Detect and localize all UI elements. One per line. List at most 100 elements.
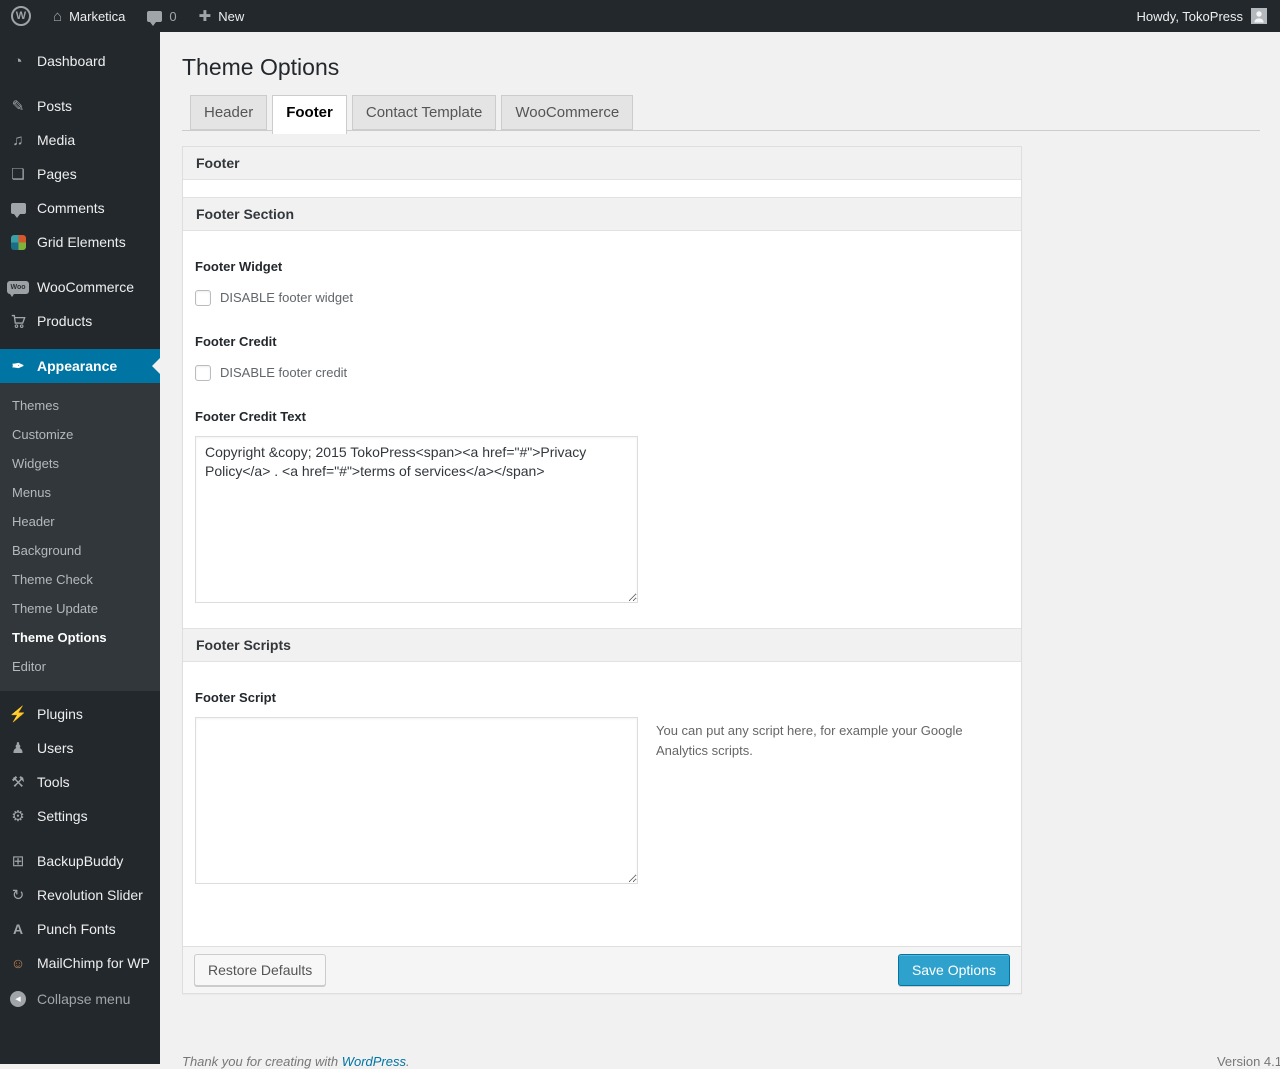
- footer-credit-label: Footer Credit: [195, 333, 277, 349]
- mailchimp-monkey-icon: ☺: [10, 955, 26, 971]
- wordpress-logo-icon: W: [11, 6, 31, 26]
- sidebar-item-media[interactable]: ♫ Media: [0, 123, 160, 157]
- wordpress-menu-button[interactable]: W: [0, 0, 42, 32]
- site-name-label: Marketica: [69, 8, 126, 24]
- sidebar-item-pages[interactable]: ❏ Pages: [0, 157, 160, 191]
- page-footer: Thank you for creating with WordPress. V…: [182, 1054, 1280, 1069]
- avatar: [1251, 8, 1267, 24]
- sidebar-item-punch-fonts[interactable]: A Punch Fonts: [0, 912, 160, 946]
- sidebar-item-label: Media: [37, 132, 76, 148]
- footer-credit-text-label: Footer Credit Text: [195, 408, 306, 424]
- comment-count: 0: [169, 8, 177, 24]
- footer-credit-textarea-wrap: Copyright &copy; 2015 TokoPress<span><a …: [195, 435, 1009, 603]
- submenu-item-editor[interactable]: Editor: [0, 652, 160, 681]
- sidebar-item-label: Dashboard: [37, 53, 106, 69]
- version-label: Version 4.1: [1216, 1054, 1280, 1069]
- submenu-item-widgets[interactable]: Widgets: [0, 449, 160, 478]
- appearance-submenu: Themes Customize Widgets Menus Header Ba…: [0, 383, 160, 691]
- footer-script-textarea[interactable]: [195, 716, 638, 884]
- sidebar-item-posts[interactable]: ✎ Posts: [0, 89, 160, 123]
- submenu-item-customize[interactable]: Customize: [0, 420, 160, 449]
- menu-separator: [0, 833, 160, 844]
- submenu-item-theme-update[interactable]: Theme Update: [0, 594, 160, 623]
- user-icon: ♟: [11, 739, 25, 757]
- sidebar-item-label: Punch Fonts: [37, 921, 116, 937]
- wrench-icon: ⚒: [11, 773, 25, 791]
- sidebar-item-label: Grid Elements: [37, 234, 126, 250]
- sidebar-item-tools[interactable]: ⚒ Tools: [0, 765, 160, 799]
- comments-admin-bar-link[interactable]: 0: [136, 0, 187, 32]
- wordpress-link[interactable]: WordPress: [342, 1054, 406, 1069]
- page-title: Theme Options: [182, 54, 340, 80]
- disable-footer-widget-row: DISABLE footer widget: [195, 289, 1009, 306]
- sidebar-item-mailchimp[interactable]: ☺ MailChimp for WP: [0, 946, 160, 980]
- sidebar-item-backupbuddy[interactable]: ⊞ BackupBuddy: [0, 844, 160, 878]
- sidebar-item-revolution-slider[interactable]: ↻ Revolution Slider: [0, 878, 160, 912]
- restore-defaults-button[interactable]: Restore Defaults: [194, 953, 327, 987]
- collapse-arrow-icon: ◀: [8, 991, 28, 1007]
- footer-script-row: You can put any script here, for example…: [195, 716, 1009, 884]
- sidebar-item-label: BackupBuddy: [37, 853, 124, 869]
- sidebar-item-label: Appearance: [37, 358, 118, 374]
- sidebar-item-plugins[interactable]: ⚡ Plugins: [0, 697, 160, 731]
- panel-title: Footer: [183, 146, 1021, 180]
- thanks-prefix: Thank you for creating with: [182, 1054, 342, 1069]
- plug-icon: ⚡: [8, 705, 28, 723]
- submenu-item-header[interactable]: Header: [0, 507, 160, 536]
- sidebar-item-dashboard[interactable]: ◔ Dashboard: [0, 44, 160, 78]
- woocommerce-icon: Woo: [7, 280, 29, 297]
- site-name-link[interactable]: ⌂ Marketica: [42, 0, 136, 32]
- sidebar-item-label: Tools: [37, 774, 70, 790]
- cart-icon: [8, 313, 28, 329]
- sidebar-item-woocommerce[interactable]: Woo WooCommerce: [0, 270, 160, 304]
- save-options-button[interactable]: Save Options: [897, 953, 1010, 987]
- new-content-button[interactable]: ✚ New: [188, 0, 256, 32]
- disable-footer-credit-row: DISABLE footer credit: [195, 364, 1009, 381]
- footer-credit-textarea[interactable]: Copyright &copy; 2015 TokoPress<span><a …: [195, 435, 638, 603]
- submenu-item-menus[interactable]: Menus: [0, 478, 160, 507]
- panel-footer: Restore Defaults Save Options: [183, 945, 1021, 994]
- footer-options-panel: Footer Footer Section Footer Widget DISA…: [182, 145, 1022, 995]
- howdy-label: Howdy, TokoPress: [1136, 8, 1243, 24]
- submenu-item-background[interactable]: Background: [0, 536, 160, 565]
- tab-footer[interactable]: Footer: [272, 94, 347, 134]
- sidebar-item-label: Comments: [37, 200, 105, 216]
- sidebar-item-comments[interactable]: Comments: [0, 191, 160, 225]
- disable-footer-credit-checkbox[interactable]: [195, 364, 211, 381]
- disable-footer-widget-checkbox[interactable]: [195, 289, 211, 306]
- submenu-item-theme-options[interactable]: Theme Options: [0, 623, 160, 652]
- thanks-suffix: .: [406, 1054, 410, 1069]
- grid-elements-icon: [8, 234, 28, 250]
- media-icon: ♫: [12, 131, 24, 149]
- sidebar-item-label: MailChimp for WP: [37, 955, 150, 971]
- sidebar-item-label: Users: [37, 740, 74, 756]
- dashboard-icon: ◔: [13, 52, 23, 70]
- menu-separator: [0, 78, 160, 89]
- account-menu[interactable]: Howdy, TokoPress: [1124, 0, 1280, 32]
- sidebar-item-settings[interactable]: ⚙ Settings: [0, 799, 160, 833]
- current-menu-arrow: [144, 358, 160, 374]
- submenu-item-theme-check[interactable]: Theme Check: [0, 565, 160, 594]
- tab-contact-template[interactable]: Contact Template: [351, 94, 497, 130]
- admin-bar-left: W ⌂ Marketica 0 ✚ New: [0, 0, 255, 32]
- section-header-footer-section: Footer Section: [183, 196, 1021, 231]
- menu-separator: [0, 338, 160, 349]
- sidebar-item-products[interactable]: Products: [0, 304, 160, 338]
- plus-icon: ✚: [198, 7, 212, 25]
- comments-bubble-icon: [147, 10, 163, 26]
- new-label: New: [218, 8, 245, 24]
- collapse-menu-label: Collapse menu: [37, 991, 131, 1007]
- tab-woocommerce[interactable]: WooCommerce: [501, 94, 634, 130]
- pages-icon: ❏: [11, 165, 25, 183]
- sidebar-item-grid-elements[interactable]: Grid Elements: [0, 225, 160, 259]
- footer-scripts-body: Footer Script You can put any script her…: [183, 690, 1021, 884]
- tab-header[interactable]: Header: [190, 94, 268, 130]
- rotate-arrows-icon: ↻: [11, 886, 25, 904]
- collapse-menu-button[interactable]: ◀ Collapse menu: [0, 982, 160, 1016]
- sidebar-item-users[interactable]: ♟ Users: [0, 731, 160, 765]
- sidebar-item-appearance[interactable]: ✒ Appearance: [0, 349, 160, 383]
- footer-section-body: Footer Widget DISABLE footer widget Foot…: [183, 259, 1021, 603]
- menu-separator: [0, 259, 160, 270]
- submenu-item-themes[interactable]: Themes: [0, 391, 160, 420]
- comments-icon: [8, 202, 28, 218]
